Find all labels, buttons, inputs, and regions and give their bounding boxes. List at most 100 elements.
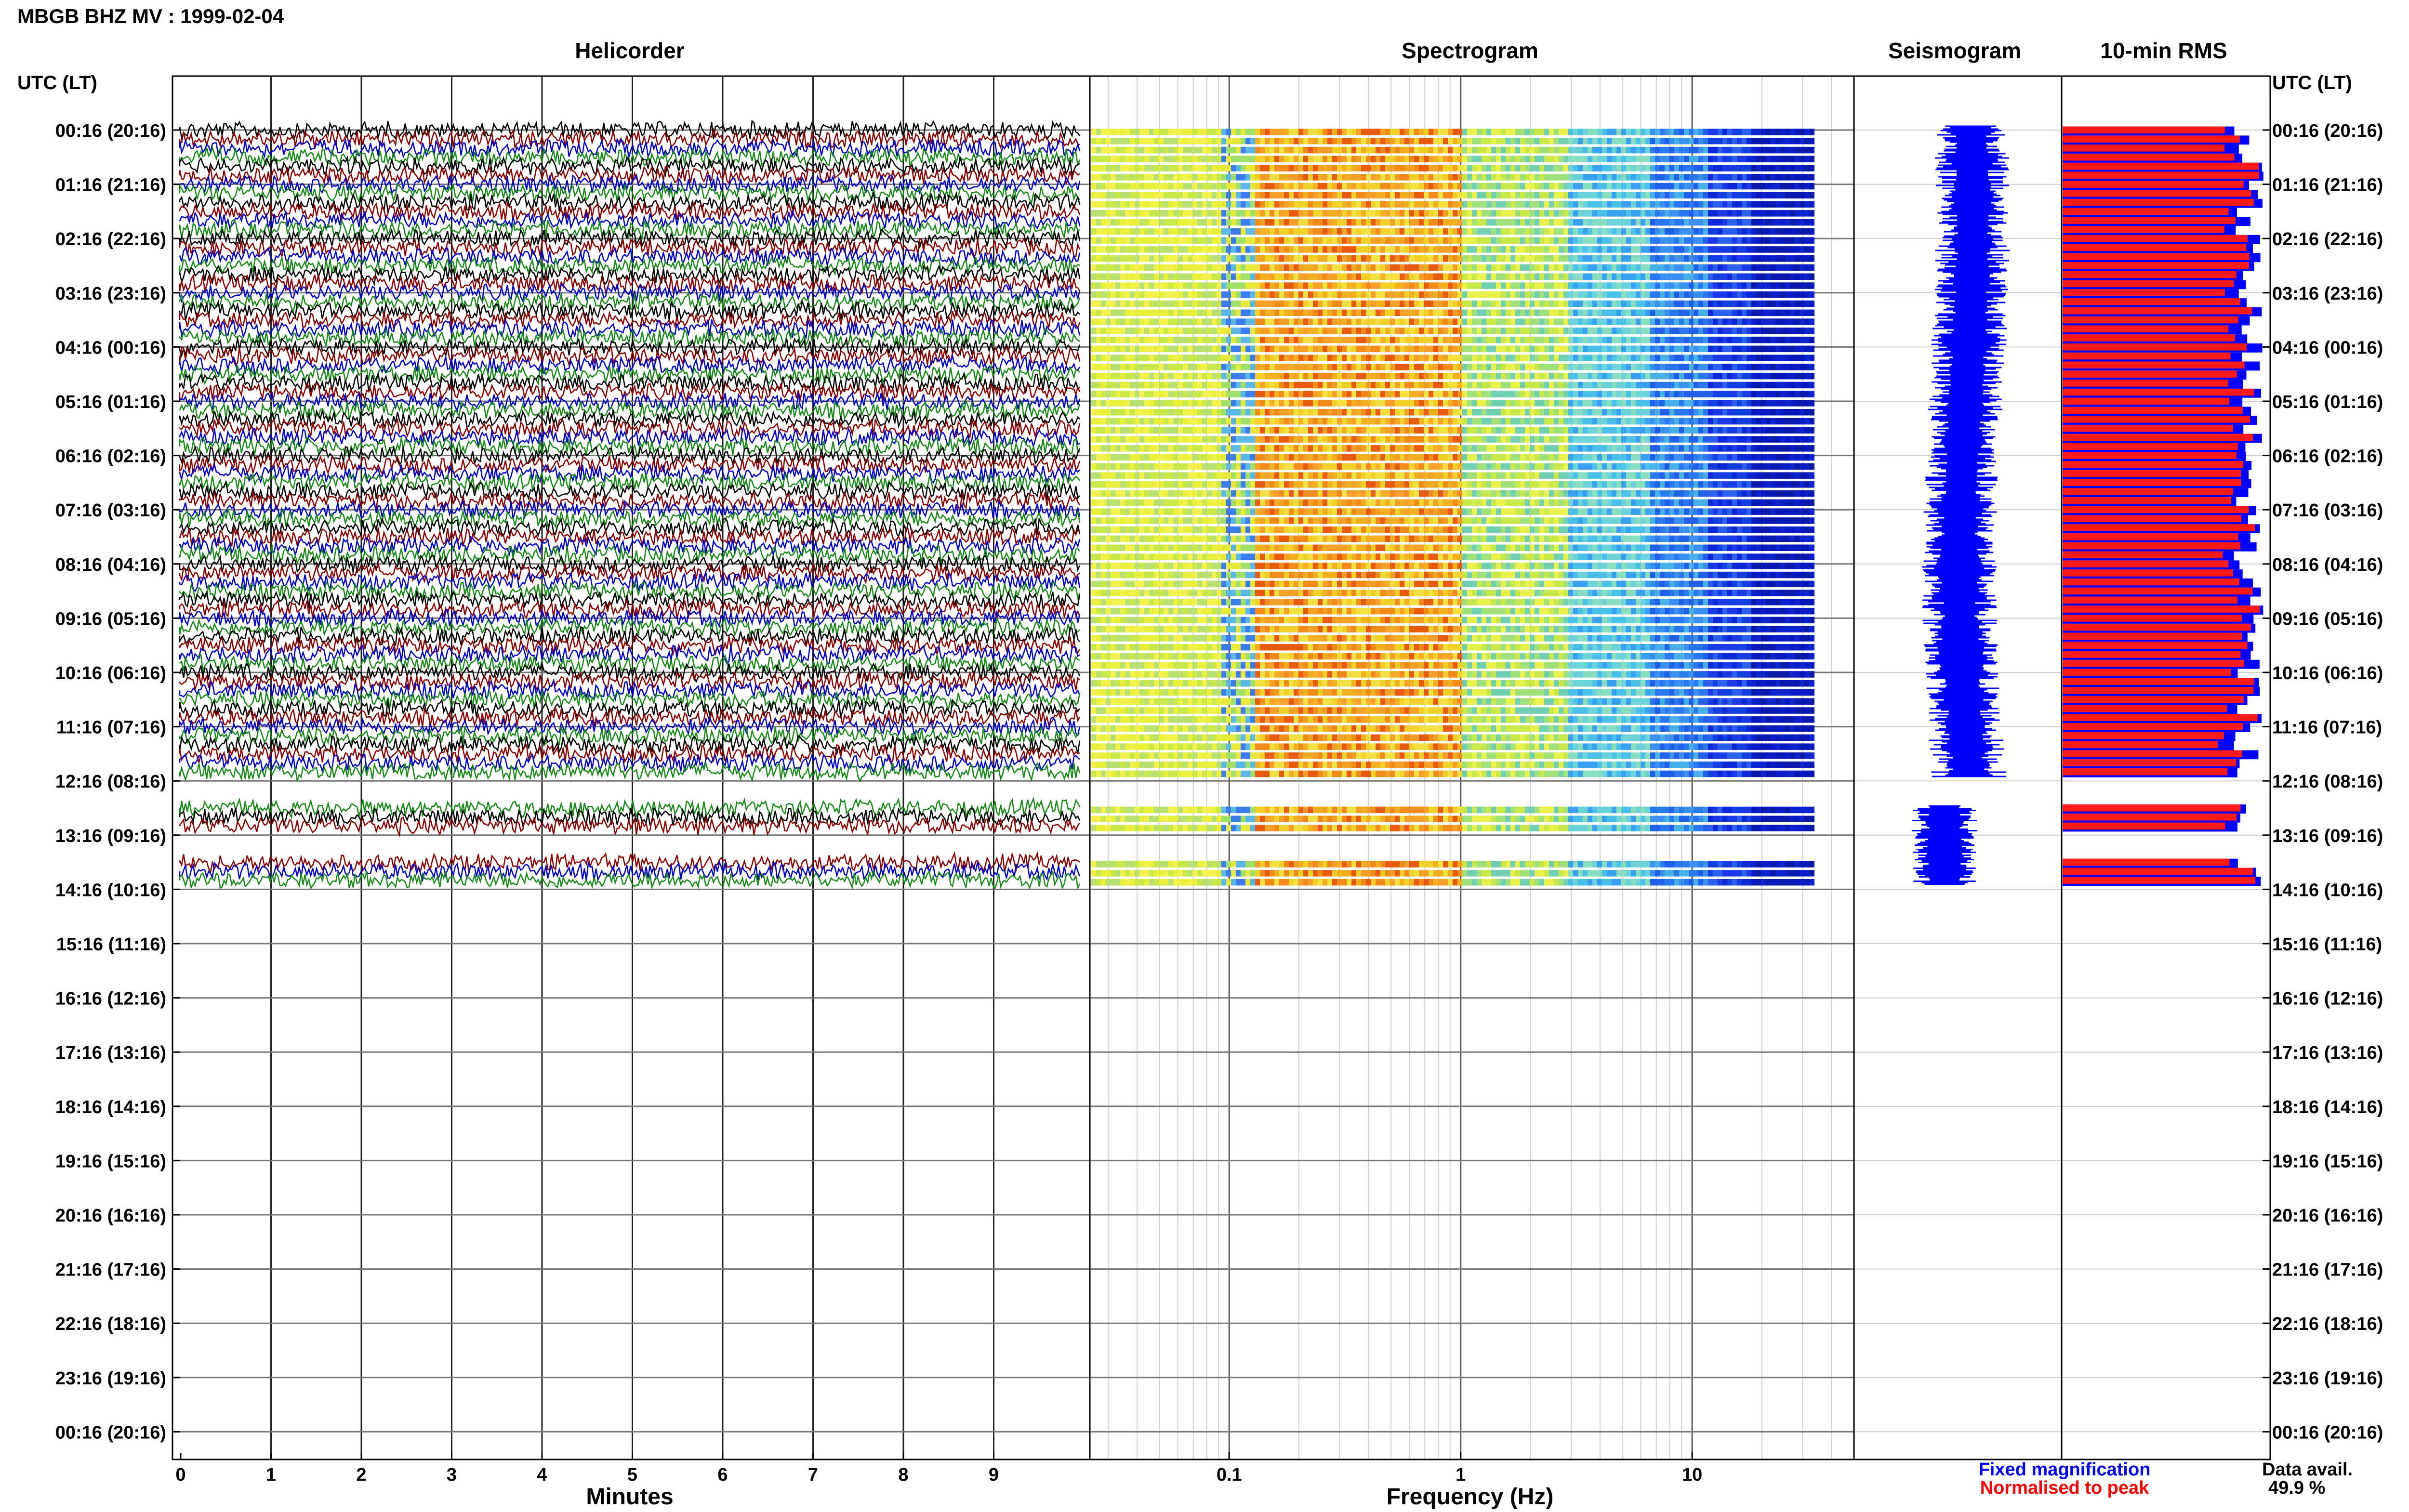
spectrogram-cell xyxy=(1390,237,1395,244)
spectrogram-cell xyxy=(1226,345,1231,353)
spectrogram-cell xyxy=(1164,400,1169,407)
spectrogram-cell xyxy=(1809,264,1814,271)
spectrogram-cell xyxy=(1429,246,1434,253)
spectrogram-cell xyxy=(1501,318,1506,325)
spectrogram-cell xyxy=(1568,345,1574,353)
spectrogram-cell xyxy=(1270,165,1275,171)
spectrogram-cell xyxy=(1091,391,1097,397)
spectrogram-cell xyxy=(1337,192,1342,199)
spectrogram-cell xyxy=(1212,273,1217,280)
spectrogram-cell xyxy=(1207,228,1212,235)
spectrogram-cell xyxy=(1130,273,1135,280)
spectrogram-cell xyxy=(1332,201,1337,208)
spectrogram-cell xyxy=(1698,391,1704,397)
spectrogram-cell xyxy=(1371,345,1376,353)
spectrogram-cell xyxy=(1154,391,1159,397)
spectrogram-cell xyxy=(1602,381,1607,389)
spectrogram-cell xyxy=(1631,183,1636,190)
spectrogram-cell xyxy=(1279,183,1284,190)
helicorder-trace xyxy=(179,382,1081,404)
spectrogram-cell xyxy=(1139,146,1145,154)
spectrogram-cell xyxy=(1332,129,1337,135)
spectrogram-cell xyxy=(1154,156,1159,162)
spectrogram-cell xyxy=(1390,210,1395,217)
spectrogram-cell xyxy=(1790,400,1795,407)
spectrogram-cell xyxy=(1250,291,1256,298)
spectrogram-cell xyxy=(1274,282,1280,289)
spectrogram-cell xyxy=(1467,328,1472,334)
spectrogram-cell xyxy=(1106,219,1111,226)
spectrogram-cell xyxy=(1130,210,1135,217)
spectrogram-cell xyxy=(1732,156,1737,162)
spectrogram-cell xyxy=(1539,146,1545,154)
spectrogram-cell xyxy=(1636,381,1641,389)
spectrogram-cell xyxy=(1510,291,1516,298)
spectrogram-cell xyxy=(1096,174,1101,181)
spectrogram-cell xyxy=(1443,129,1448,135)
spectrogram-cell xyxy=(1698,183,1704,190)
spectrogram-cell xyxy=(1602,328,1607,334)
spectrogram-cell xyxy=(1106,264,1111,271)
spectrogram-cell xyxy=(1323,328,1328,334)
spectrogram-cell xyxy=(1111,246,1116,253)
spectrogram-cell xyxy=(1785,228,1790,235)
spectrogram-cell xyxy=(1679,391,1684,397)
spectrogram-cell xyxy=(1809,391,1814,397)
spectrogram-cell xyxy=(1279,165,1284,171)
spectrogram-cell xyxy=(1568,210,1574,217)
spectrogram-cell xyxy=(1674,336,1680,343)
spectrogram-cell xyxy=(1289,228,1294,235)
spectrogram-cell xyxy=(1597,318,1602,325)
spectrogram-cell xyxy=(1144,336,1150,343)
spectrogram-cell xyxy=(1120,291,1125,298)
spectrogram-cell xyxy=(1212,146,1217,154)
spectrogram-cell xyxy=(1101,309,1106,316)
spectrogram-cell xyxy=(1212,237,1217,244)
spectrogram-cell xyxy=(1376,328,1381,334)
spectrogram-cell xyxy=(1106,309,1111,316)
spectrogram-cell xyxy=(1684,300,1689,307)
spectrogram-cell xyxy=(1212,129,1217,135)
spectrogram-cell xyxy=(1636,228,1641,235)
spectrogram-cell xyxy=(1674,174,1680,181)
spectrogram-cell xyxy=(1655,174,1660,181)
spectrogram-cell xyxy=(1510,282,1516,289)
spectrogram-cell xyxy=(1597,282,1602,289)
spectrogram-cell xyxy=(1650,246,1655,253)
spectrogram-cell xyxy=(1274,183,1280,190)
spectrogram-cell xyxy=(1771,237,1776,244)
spectrogram-cell xyxy=(1250,138,1256,145)
spectrogram-cell xyxy=(1226,183,1231,190)
spectrogram-cell xyxy=(1159,336,1164,343)
spectrogram-cell xyxy=(1588,364,1593,370)
spectrogram-cell xyxy=(1101,291,1106,298)
spectrogram-cell xyxy=(1636,372,1641,380)
spectrogram-cell xyxy=(1400,264,1405,271)
spectrogram-cell xyxy=(1376,146,1381,154)
spectrogram-cell xyxy=(1270,210,1275,217)
spectrogram-cell xyxy=(1636,400,1641,407)
helicorder-trace xyxy=(179,761,1081,783)
spectrogram-cell xyxy=(1294,328,1299,334)
spectrogram-cell xyxy=(1231,318,1236,325)
spectrogram-cell xyxy=(1713,345,1718,353)
spectrogram-cell xyxy=(1303,156,1309,162)
spectrogram-cell xyxy=(1809,174,1814,181)
spectrogram-cell xyxy=(1583,372,1588,380)
spectrogram-cell xyxy=(1154,210,1159,217)
spectrogram-cell xyxy=(1221,273,1227,280)
spectrogram-cell xyxy=(1361,138,1366,145)
spectrogram-cell xyxy=(1621,391,1627,397)
spectrogram-cell xyxy=(1139,165,1145,171)
spectrogram-cell xyxy=(1255,336,1260,343)
spectrogram-cell xyxy=(1154,364,1159,370)
spectrogram-cell xyxy=(1409,328,1415,334)
spectrogram-cell xyxy=(1395,282,1400,289)
spectrogram-cell xyxy=(1245,400,1251,407)
spectrogram-cell xyxy=(1313,129,1318,135)
spectrogram-cell xyxy=(1732,364,1737,370)
spectrogram-cell xyxy=(1245,372,1251,380)
spectrogram-cell xyxy=(1192,318,1198,325)
spectrogram-cell xyxy=(1472,291,1477,298)
spectrogram-cell xyxy=(1549,381,1554,389)
